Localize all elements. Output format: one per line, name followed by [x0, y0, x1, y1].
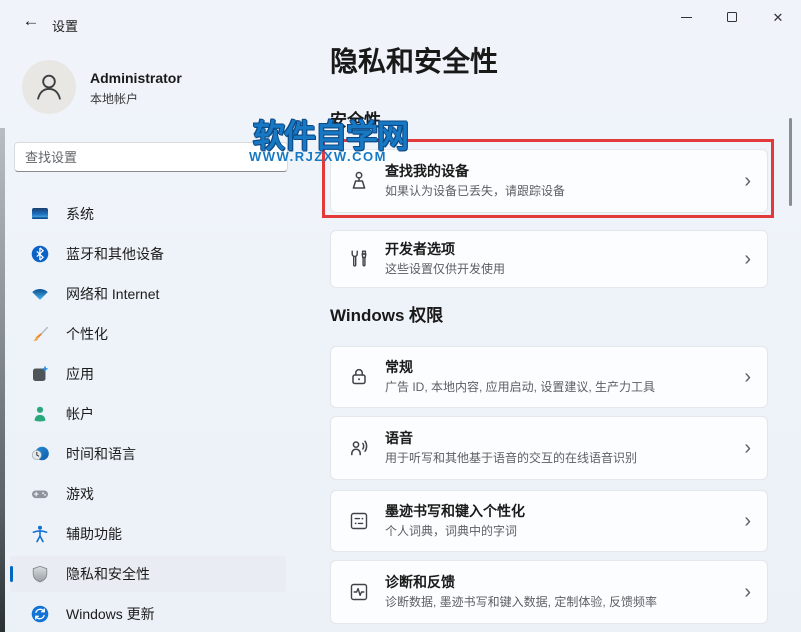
chevron-right-icon: › — [744, 581, 751, 603]
sidebar-item-label: 应用 — [66, 366, 94, 382]
card-subtitle: 这些设置仅供开发使用 — [385, 261, 506, 276]
sidebar-nav: 系统 蓝牙和其他设备 网络和 Internet 个性化 应用 帐户 时间和语言 … — [10, 196, 286, 632]
update-icon — [31, 605, 49, 623]
card-subtitle: 如果认为设备已丢失，请跟踪设备 — [385, 183, 566, 198]
sidebar-item-apps[interactable]: 应用 — [10, 356, 286, 392]
sidebar-item-label: 辅助功能 — [66, 526, 122, 542]
scrollbar-thumb[interactable] — [789, 118, 792, 206]
sidebar-item-label: 时间和语言 — [66, 446, 136, 462]
account-type: 本地帐户 — [90, 92, 139, 106]
shield-icon — [32, 565, 48, 583]
card-title: 语音 — [385, 430, 413, 447]
sidebar-item-accounts[interactable]: 帐户 — [10, 396, 286, 432]
chevron-right-icon: › — [744, 170, 751, 192]
speech-icon — [351, 440, 368, 456]
sidebar-item-label: 网络和 Internet — [66, 286, 160, 302]
wifi-icon — [32, 289, 48, 300]
section-header-security: 安全性 — [330, 111, 381, 130]
card-general[interactable]: 常规 广告 ID, 本地内容, 应用启动, 设置建议, 生产力工具 › — [330, 346, 768, 408]
back-button[interactable]: ← — [16, 8, 46, 34]
card-title: 墨迹书写和键入个性化 — [385, 503, 525, 520]
main-content: 隐私和安全性 安全性 查找我的设备 如果认为设备已丢失，请跟踪设备 › 开发者选… — [330, 0, 768, 632]
account-icon — [34, 406, 46, 422]
page-title: 隐私和安全性 — [330, 46, 499, 77]
card-subtitle: 个人词典，词典中的字词 — [385, 523, 518, 538]
gamepad-icon — [32, 490, 48, 499]
card-subtitle: 用于听写和其他基于语音的交互的在线语音识别 — [385, 450, 638, 465]
sidebar-item-gaming[interactable]: 游戏 — [10, 476, 286, 512]
sidebar-item-label: 游戏 — [66, 486, 94, 502]
person-icon — [37, 74, 61, 100]
sidebar-item-time-language[interactable]: 时间和语言 — [10, 436, 286, 472]
sidebar-item-label: 个性化 — [66, 326, 108, 342]
sidebar-item-bluetooth[interactable]: 蓝牙和其他设备 — [10, 236, 286, 272]
card-title: 开发者选项 — [385, 241, 455, 258]
diagnostics-icon — [350, 583, 368, 601]
chevron-right-icon: › — [744, 366, 751, 388]
sidebar-item-system[interactable]: 系统 — [10, 196, 286, 232]
chevron-right-icon: › — [744, 510, 751, 532]
card-title: 诊断和反馈 — [385, 574, 455, 591]
section-header-windows-permissions: Windows 权限 — [330, 306, 444, 325]
developer-tools-icon — [351, 250, 367, 267]
find-device-icon — [352, 171, 366, 189]
sidebar-item-label: 隐私和安全性 — [66, 566, 150, 582]
card-title: 常规 — [385, 359, 413, 376]
search-box — [14, 142, 288, 172]
card-diagnostics-feedback[interactable]: 诊断和反馈 诊断数据, 墨迹书写和键入数据, 定制体验, 反馈频率 › — [330, 560, 768, 624]
sidebar-item-label: 帐户 — [66, 406, 94, 422]
dictionary-icon — [350, 512, 368, 530]
brush-icon — [33, 326, 49, 341]
card-title: 查找我的设备 — [385, 163, 469, 180]
sidebar-item-label: 蓝牙和其他设备 — [66, 246, 164, 262]
card-subtitle: 广告 ID, 本地内容, 应用启动, 设置建议, 生产力工具 — [385, 379, 656, 394]
card-subtitle: 诊断数据, 墨迹书写和键入数据, 定制体验, 反馈频率 — [385, 594, 658, 609]
desktop-edge-sliver — [0, 128, 5, 632]
card-speech[interactable]: 语音 用于听写和其他基于语音的交互的在线语音识别 › — [330, 416, 768, 480]
card-inking-typing[interactable]: 墨迹书写和键入个性化 个人词典，词典中的字词 › — [330, 490, 768, 552]
sidebar-item-privacy-security[interactable]: 隐私和安全性 — [10, 556, 286, 592]
clock-globe-icon — [31, 446, 49, 461]
account-name: Administrator — [90, 70, 182, 86]
system-icon — [32, 208, 48, 219]
sidebar-item-network[interactable]: 网络和 Internet — [10, 276, 286, 312]
search-input[interactable] — [14, 142, 288, 172]
selected-indicator — [10, 566, 13, 582]
apps-icon — [33, 365, 49, 381]
card-find-my-device[interactable]: 查找我的设备 如果认为设备已丢失，请跟踪设备 › — [330, 149, 768, 213]
chevron-right-icon: › — [744, 437, 751, 459]
card-developer-options[interactable]: 开发者选项 这些设置仅供开发使用 › — [330, 230, 768, 288]
sidebar-item-personalization[interactable]: 个性化 — [10, 316, 286, 352]
avatar[interactable] — [22, 60, 76, 114]
bluetooth-icon — [31, 245, 49, 263]
sidebar-item-accessibility[interactable]: 辅助功能 — [10, 516, 286, 552]
lock-icon — [352, 368, 366, 385]
chevron-right-icon: › — [744, 248, 751, 270]
sidebar-item-windows-update[interactable]: Windows 更新 — [10, 596, 286, 632]
sidebar-item-label: Windows 更新 — [66, 606, 155, 622]
accessibility-icon — [32, 525, 48, 543]
sidebar-item-label: 系统 — [66, 206, 94, 222]
window-title: 设置 — [52, 19, 79, 34]
close-icon: ✕ — [772, 9, 784, 25]
